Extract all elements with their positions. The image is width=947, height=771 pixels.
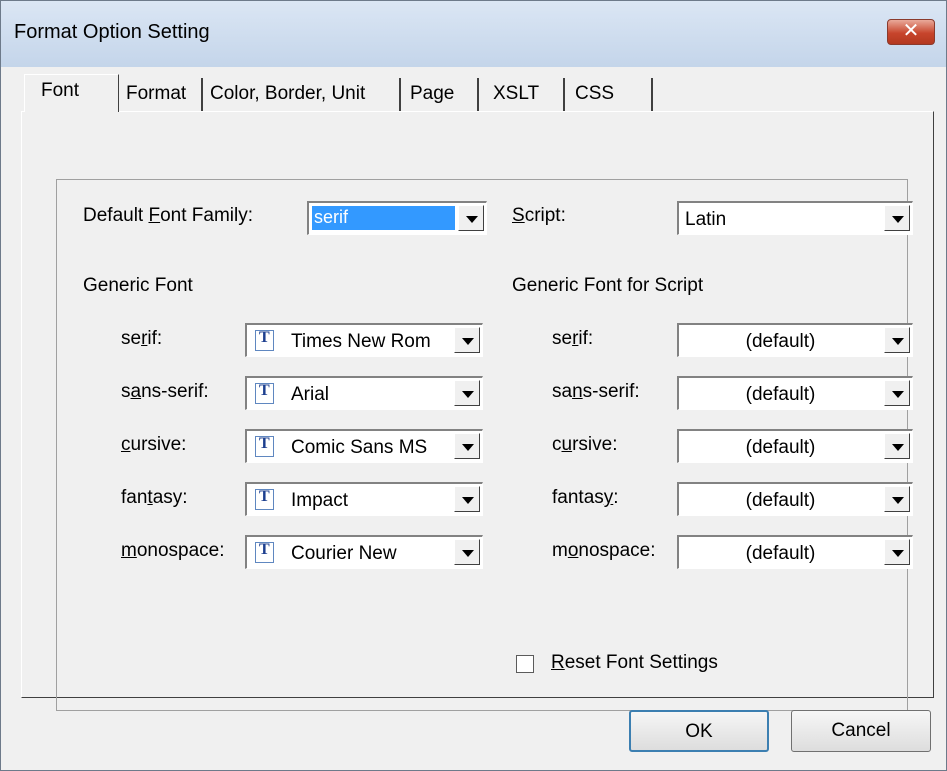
default-font-family-select[interactable]: serif [307, 201, 487, 235]
generic-font-script-heading: Generic Font for Script [512, 275, 704, 296]
script-cursive-select[interactable]: (default) [677, 429, 913, 463]
generic-cursive-label: cursive: [121, 434, 187, 455]
font-tab-panel: Default Font Family: serif Script: Latin… [21, 111, 934, 711]
script-serif-value: (default) [745, 331, 816, 352]
font-settings-group: Default Font Family: serif Script: Latin… [56, 179, 913, 711]
generic-fantasy-select[interactable]: Impact [245, 482, 483, 516]
generic-sans-serif-label: sans-serif: [121, 381, 209, 402]
default-font-family-value: serif [314, 207, 349, 227]
truetype-font-icon [255, 488, 274, 510]
close-button[interactable]: ✕ [887, 18, 935, 45]
script-sans-serif-select[interactable]: (default) [677, 376, 913, 410]
truetype-font-icon [255, 329, 274, 351]
ok-button[interactable]: OK [629, 710, 769, 752]
dialog-title: Format Option Setting [14, 21, 210, 43]
tab-css[interactable]: CSS [565, 78, 653, 111]
generic-sans-serif-select[interactable]: Arial [245, 376, 483, 410]
generic-monospace-select[interactable]: Courier New [245, 535, 483, 569]
generic-serif-select[interactable]: Times New Rom [245, 323, 483, 357]
script-value: Latin [685, 209, 727, 230]
dialog-body: Font Format Color, Border, Unit Page XSL… [9, 68, 938, 761]
title-bar[interactable]: Format Option Setting ✕ [1, 1, 946, 67]
script-monospace-value: (default) [745, 543, 816, 564]
script-sans-serif-label: sans-serif: [552, 381, 640, 402]
chevron-down-icon[interactable] [454, 327, 480, 353]
close-icon: ✕ [902, 18, 920, 42]
tab-color-border-unit[interactable]: Color, Border, Unit [203, 78, 401, 111]
chevron-down-icon[interactable] [458, 205, 484, 231]
script-cursive-value: (default) [745, 437, 816, 458]
script-serif-label: serif: [552, 328, 594, 349]
script-monospace-label: monospace: [552, 540, 656, 561]
script-label: Script: [512, 205, 566, 226]
generic-monospace-label: monospace: [121, 540, 225, 561]
script-serif-select[interactable]: (default) [677, 323, 913, 357]
tab-page[interactable]: Page [401, 78, 479, 111]
script-fantasy-label: fantasy: [552, 487, 619, 508]
tab-xslt[interactable]: XSLT [479, 78, 565, 111]
chevron-down-icon[interactable] [884, 486, 910, 512]
chevron-down-icon[interactable] [884, 205, 910, 231]
default-font-family-label: Default Font Family: [83, 205, 254, 226]
chevron-down-icon[interactable] [454, 380, 480, 406]
generic-fantasy-label: fantasy: [121, 487, 188, 508]
chevron-down-icon[interactable] [454, 433, 480, 459]
truetype-font-icon [255, 382, 274, 404]
generic-fantasy-value: Impact [291, 490, 349, 511]
chevron-down-icon[interactable] [454, 486, 480, 512]
reset-font-settings-label[interactable]: Reset Font Settings [551, 652, 718, 674]
reset-font-settings-checkbox[interactable] [516, 655, 534, 673]
chevron-down-icon[interactable] [884, 380, 910, 406]
chevron-down-icon[interactable] [454, 539, 480, 565]
generic-cursive-value: Comic Sans MS [291, 437, 428, 458]
dialog-window: Format Option Setting ✕ Font Format Colo… [0, 0, 947, 771]
generic-serif-value: Times New Rom [291, 331, 431, 352]
script-fantasy-value: (default) [745, 490, 816, 511]
cancel-button[interactable]: Cancel [791, 710, 931, 752]
truetype-font-icon [255, 435, 274, 457]
generic-sans-serif-value: Arial [291, 384, 330, 405]
script-sans-serif-value: (default) [745, 384, 816, 405]
chevron-down-icon[interactable] [884, 539, 910, 565]
tab-format[interactable]: Format [119, 78, 203, 111]
generic-font-heading: Generic Font [83, 275, 193, 296]
generic-serif-label: serif: [121, 328, 163, 349]
chevron-down-icon[interactable] [884, 433, 910, 459]
chevron-down-icon[interactable] [884, 327, 910, 353]
generic-monospace-value: Courier New [291, 543, 397, 564]
truetype-font-icon [255, 541, 274, 563]
script-fantasy-select[interactable]: (default) [677, 482, 913, 516]
script-select[interactable]: Latin [677, 201, 913, 235]
generic-cursive-select[interactable]: Comic Sans MS [245, 429, 483, 463]
tab-font[interactable]: Font [24, 74, 119, 112]
script-monospace-select[interactable]: (default) [677, 535, 913, 569]
script-cursive-label: cursive: [552, 434, 618, 455]
